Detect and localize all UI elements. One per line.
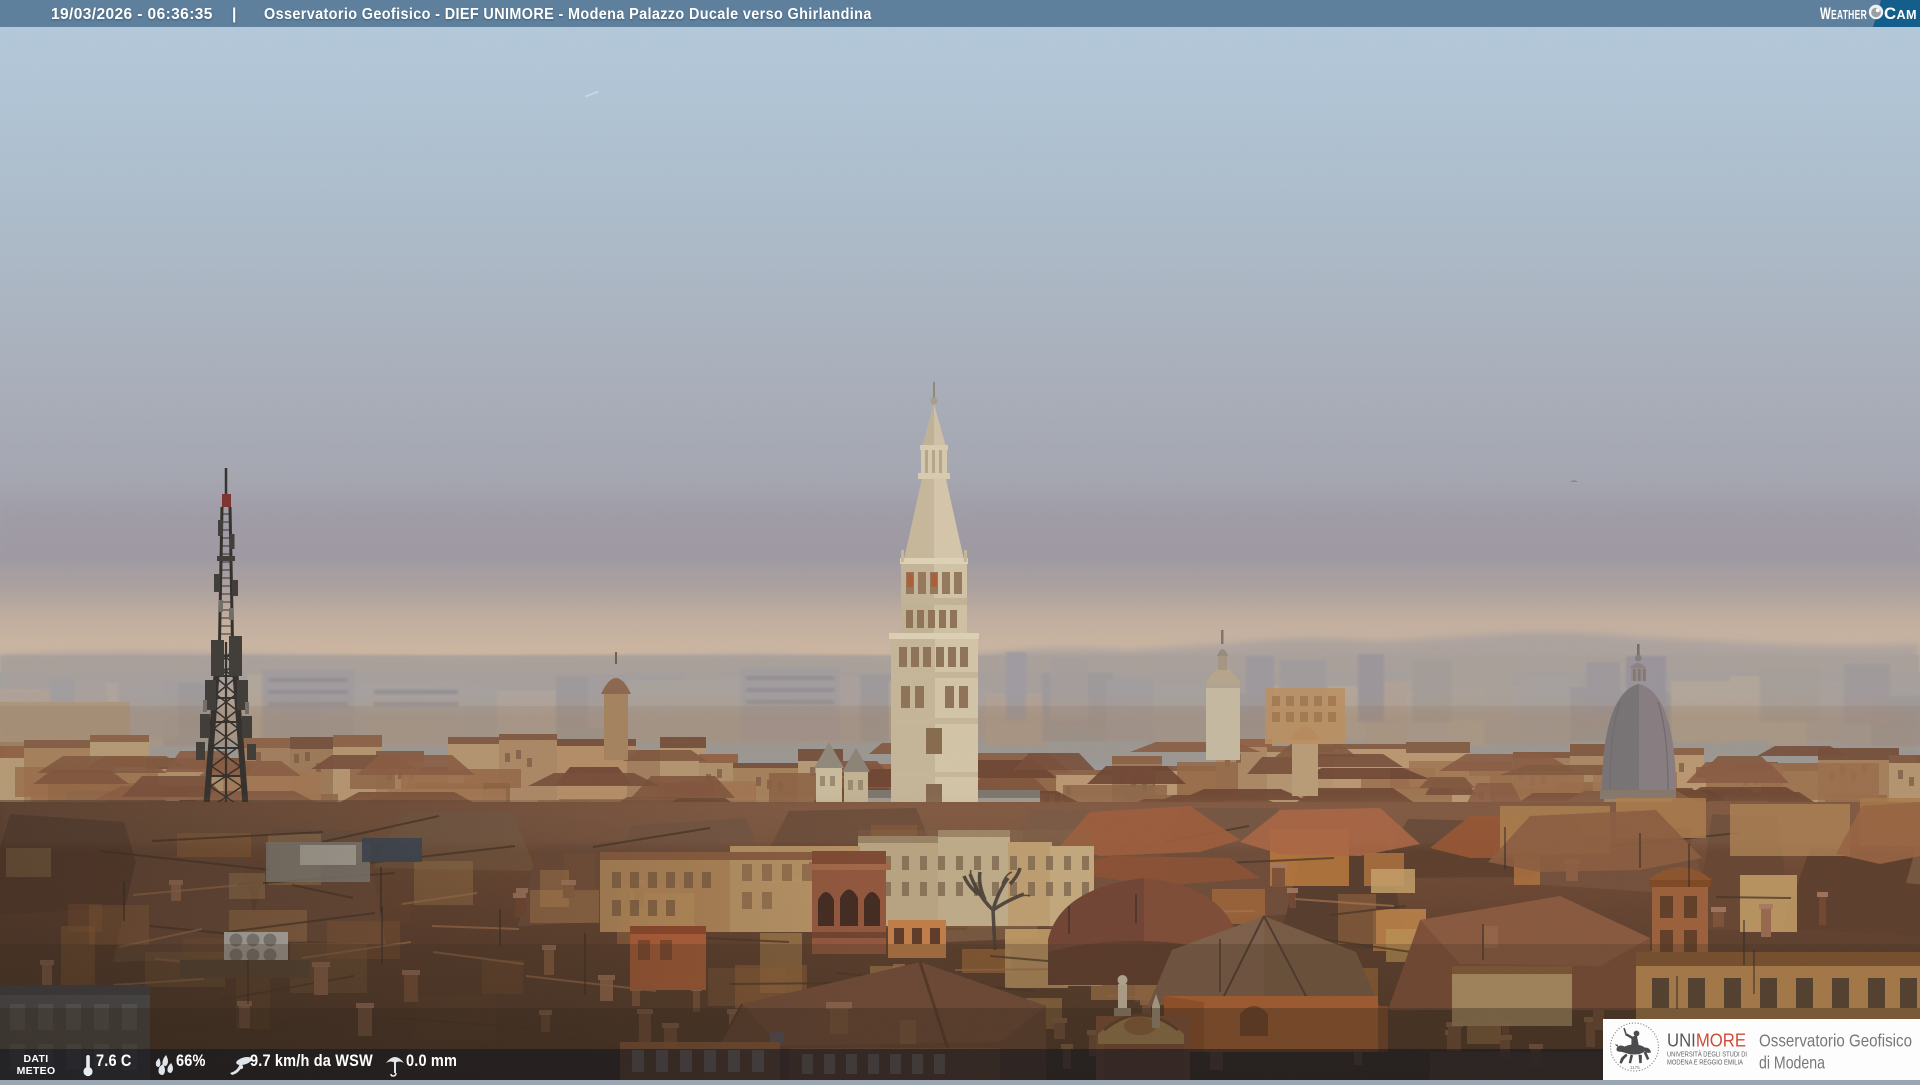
svg-text:di Modena: di Modena [1759, 1053, 1825, 1073]
svg-text:UNIMORE: UNIMORE [1667, 1030, 1746, 1051]
svg-text:Osservatorio Geofisico: Osservatorio Geofisico [1759, 1031, 1912, 1051]
svg-text:CAM: CAM [1884, 4, 1917, 23]
svg-text:MODENA E REGGIO EMILIA: MODENA E REGGIO EMILIA [1667, 1058, 1743, 1067]
svg-text:WEATHER: WEATHER [1820, 4, 1867, 23]
svg-text:1175: 1175 [1630, 1065, 1640, 1070]
